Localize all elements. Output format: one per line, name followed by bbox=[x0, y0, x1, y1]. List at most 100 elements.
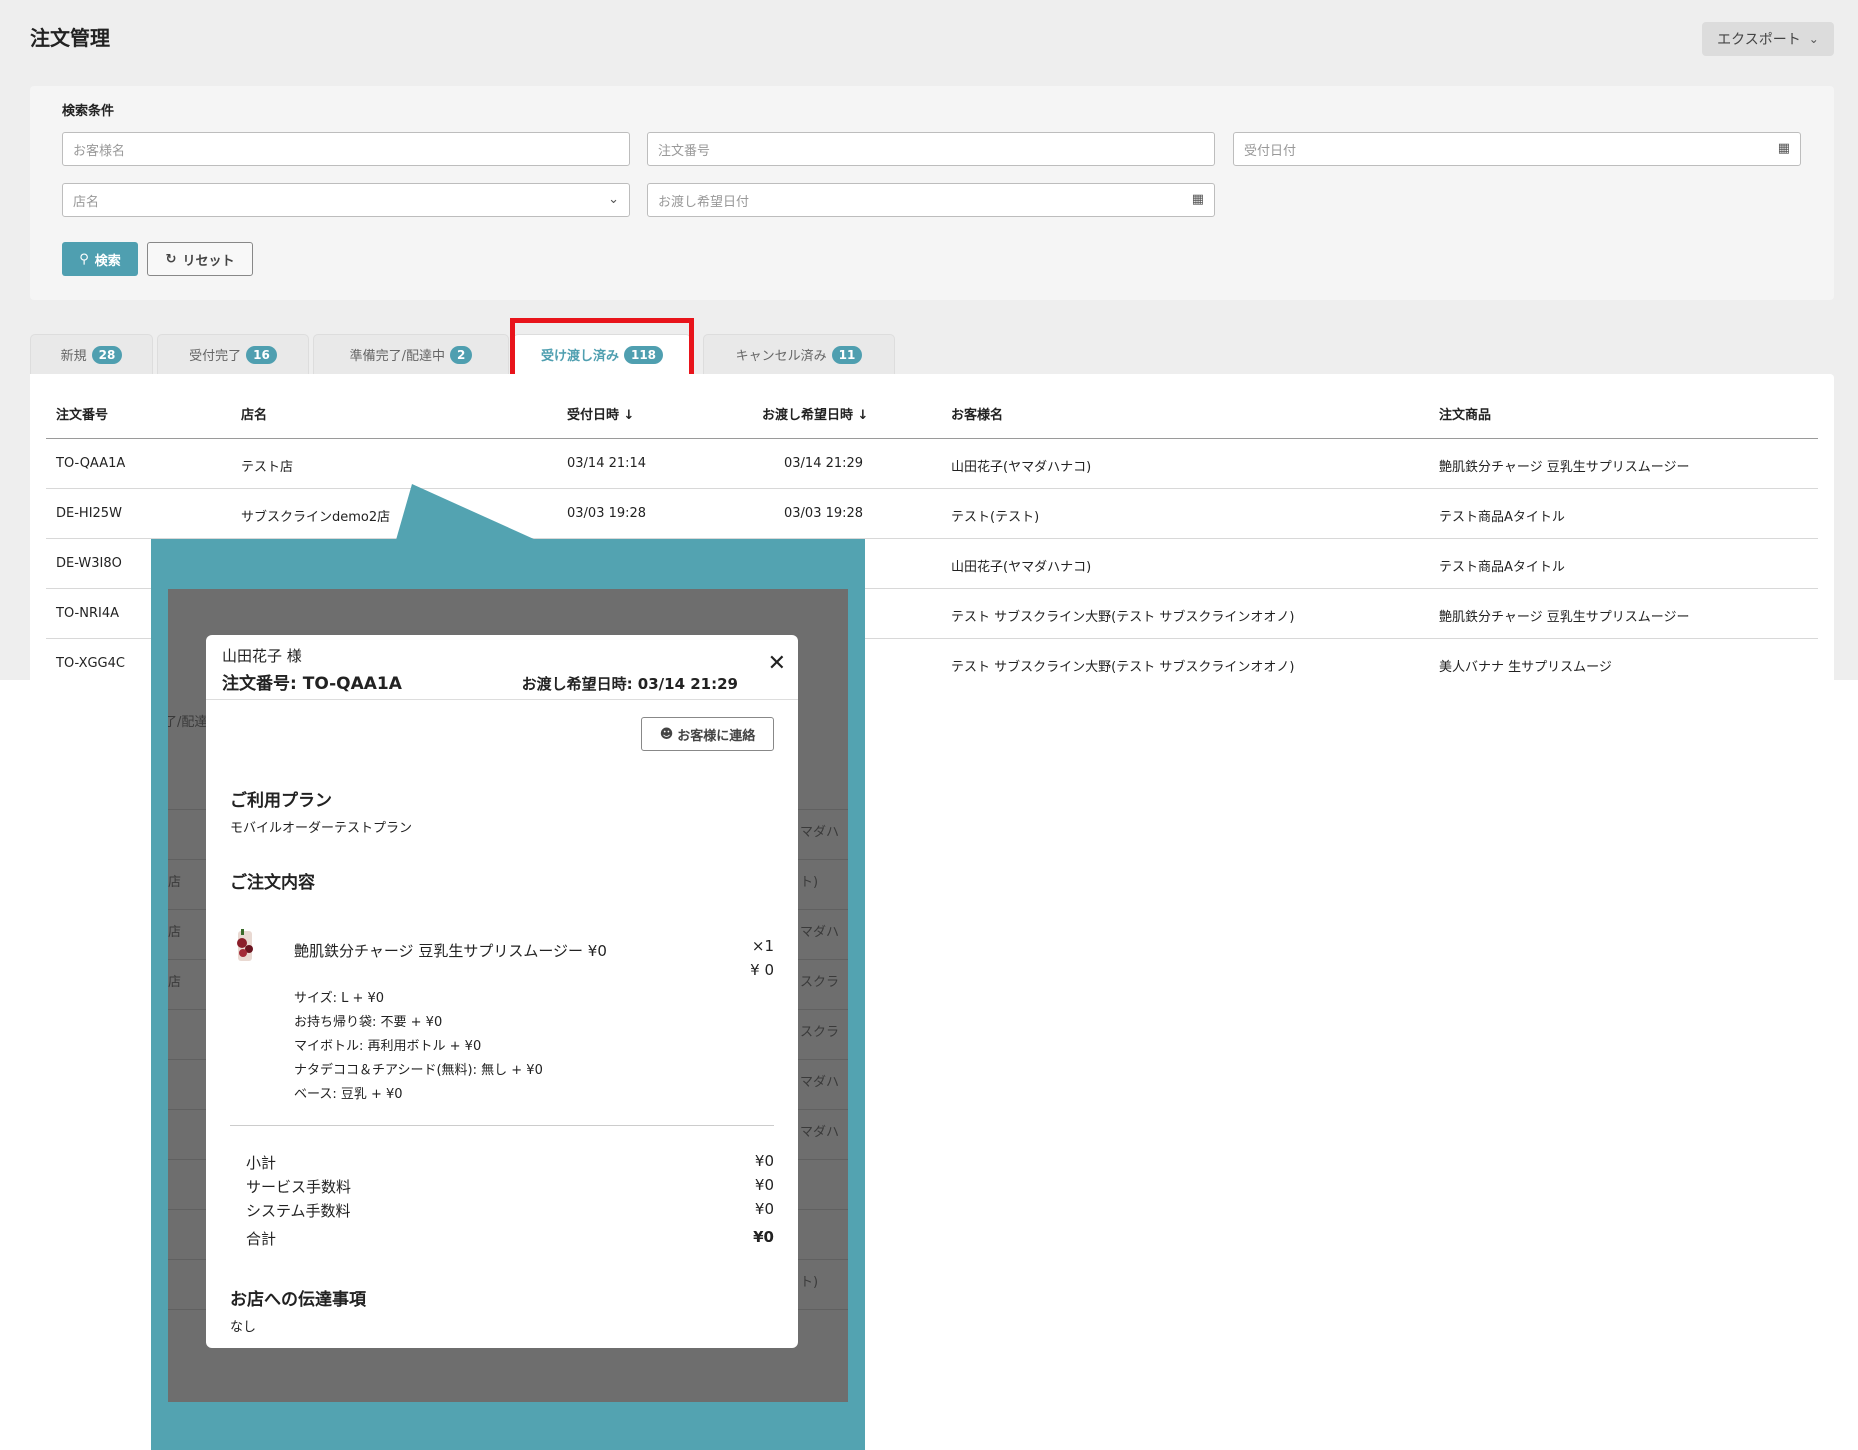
contact-customer-button[interactable]: ☻ お客様に連絡 bbox=[641, 717, 774, 751]
item-option: ナタデココ＆チアシード(無料): 無し + ¥0 bbox=[294, 1063, 543, 1078]
search-button[interactable]: ⚲ 検索 bbox=[62, 242, 138, 276]
column-header-store[interactable]: 店名 bbox=[241, 404, 267, 423]
search-section-label: 検索条件 bbox=[62, 104, 115, 119]
tab-received[interactable]: 受付完了 16 bbox=[157, 334, 309, 374]
reception-date-input[interactable]: 受付日付 ▦ bbox=[1233, 132, 1801, 166]
reset-button[interactable]: ↻ リセット bbox=[147, 242, 253, 276]
order-number-placeholder: 注文番号 bbox=[658, 143, 711, 159]
refresh-icon: ↻ bbox=[165, 251, 177, 267]
total-label: 合計 bbox=[246, 1230, 277, 1248]
background-fragment: スクラ bbox=[800, 975, 840, 990]
chevron-down-icon: ⌄ bbox=[1808, 32, 1819, 46]
cell-product: 美人バナナ 生サプリスムージ bbox=[1439, 660, 1612, 675]
reception-date-placeholder: 受付日付 bbox=[1244, 143, 1297, 159]
background-fragment: スクラ bbox=[800, 1025, 840, 1040]
calendar-icon: ▦ bbox=[1191, 192, 1204, 207]
cell-customer: テスト(テスト) bbox=[951, 510, 1040, 525]
tab-label: キャンセル済み bbox=[735, 349, 827, 364]
service-fee-value: ¥0 bbox=[754, 1176, 774, 1194]
search-button-label: 検索 bbox=[94, 253, 121, 269]
item-option: ベース: 豆乳 + ¥0 bbox=[294, 1087, 403, 1102]
search-icon: ⚲ bbox=[79, 251, 89, 267]
item-price: ¥ 0 bbox=[750, 961, 774, 979]
background-fragment: 店 bbox=[168, 925, 182, 940]
item-name: 艶肌鉄分チャージ 豆乳生サプリスムージー ¥0 bbox=[294, 942, 607, 960]
cell-order-no[interactable]: TO-XGG4C bbox=[56, 656, 125, 671]
background-fragment: マダハ bbox=[800, 1125, 840, 1140]
user-icon: ☻ bbox=[659, 726, 674, 742]
handover-date-placeholder: お渡し希望日付 bbox=[658, 194, 750, 210]
background-fragment: 店 bbox=[168, 875, 182, 890]
order-detail-modal: 山田花子 様 注文番号: TO-QAA1A お渡し希望日時: 03/14 21:… bbox=[206, 635, 798, 1348]
handover-date-input[interactable]: お渡し希望日付 ▦ bbox=[647, 183, 1215, 217]
tab-label: 新規 bbox=[60, 349, 87, 364]
count-badge: 2 bbox=[450, 345, 473, 364]
customer-name-placeholder: お客様名 bbox=[73, 143, 126, 159]
product-thumbnail bbox=[237, 929, 253, 961]
chevron-down-icon: ⌄ bbox=[608, 192, 619, 207]
cell-customer: 山田花子(ヤマダハナコ) bbox=[951, 460, 1092, 475]
page-title: 注文管理 bbox=[30, 26, 110, 50]
modal-delivery-time: お渡し希望日時: 03/14 21:29 bbox=[521, 675, 738, 693]
notes-text: なし bbox=[230, 1320, 257, 1335]
count-badge: 28 bbox=[91, 345, 123, 364]
cell-order-no[interactable]: TO-NRI4A bbox=[56, 606, 119, 621]
tab-preparing[interactable]: 準備完了/配達中 2 bbox=[313, 334, 509, 374]
item-option: お持ち帰り袋: 不要 + ¥0 bbox=[294, 1015, 443, 1030]
column-header-product[interactable]: 注文商品 bbox=[1439, 404, 1491, 423]
cell-product: テスト商品Aタイトル bbox=[1439, 560, 1565, 575]
cell-product: テスト商品Aタイトル bbox=[1439, 510, 1565, 525]
cell-product: 艶肌鉄分チャージ 豆乳生サプリスムージー bbox=[1439, 460, 1690, 475]
column-header-customer[interactable]: お客様名 bbox=[951, 404, 1003, 423]
store-placeholder: 店名 bbox=[73, 194, 100, 210]
store-select[interactable]: 店名 ⌄ bbox=[62, 183, 630, 217]
export-button[interactable]: エクスポート ⌄ bbox=[1702, 22, 1834, 56]
cell-store: サブスクラインdemo2店 bbox=[241, 510, 391, 525]
close-icon[interactable]: ✕ bbox=[768, 651, 786, 676]
background-fragment: マダハ bbox=[800, 825, 840, 840]
summary-divider bbox=[230, 1125, 774, 1126]
cell-product: 艶肌鉄分チャージ 豆乳生サプリスムージー bbox=[1439, 610, 1690, 625]
service-fee-label: サービス手数料 bbox=[246, 1178, 352, 1196]
cell-store: テスト店 bbox=[241, 460, 294, 475]
modal-customer-name: 山田花子 様 bbox=[222, 647, 302, 665]
tab-new[interactable]: 新規 28 bbox=[30, 334, 153, 374]
customer-name-input[interactable]: お客様名 bbox=[62, 132, 630, 166]
background-fragment: 店 bbox=[168, 975, 182, 990]
item-option: サイズ: L + ¥0 bbox=[294, 991, 385, 1006]
notes-heading: お店への伝達事項 bbox=[230, 1290, 366, 1310]
search-panel: 検索条件 お客様名 注文番号 受付日付 ▦ 店名 ⌄ お渡し希望日付 ▦ ⚲ 検… bbox=[30, 86, 1834, 300]
background-fragment: ト) bbox=[800, 875, 819, 890]
calendar-icon: ▦ bbox=[1777, 141, 1790, 156]
count-badge: 16 bbox=[246, 345, 277, 364]
plan-name: モバイルオーダーテストプラン bbox=[230, 821, 413, 836]
modal-order-number: 注文番号: TO-QAA1A bbox=[222, 674, 402, 694]
item-quantity: ×1 bbox=[751, 937, 774, 955]
order-contents-heading: ご注文内容 bbox=[230, 873, 315, 893]
item-option: マイボトル: 再利用ボトル + ¥0 bbox=[294, 1039, 482, 1054]
row-divider bbox=[46, 488, 1818, 489]
subtotal-label: 小計 bbox=[246, 1154, 277, 1172]
cell-order-no[interactable]: TO-QAA1A bbox=[56, 456, 125, 471]
column-header-order-no[interactable]: 注文番号 bbox=[56, 404, 108, 423]
tab-label: 受付完了 bbox=[189, 349, 242, 364]
cell-order-no[interactable]: DE-HI25W bbox=[56, 506, 122, 521]
cell-handover: 03/14 21:29 bbox=[784, 456, 864, 471]
cell-reception: 03/14 21:14 bbox=[567, 456, 647, 471]
tab-cancelled[interactable]: キャンセル済み 11 bbox=[703, 334, 895, 374]
cell-customer: テスト サブスクライン大野(テスト サブスクラインオオノ) bbox=[951, 610, 1295, 625]
column-header-handover[interactable]: お渡し希望日時 ↓ bbox=[762, 404, 868, 423]
order-number-input[interactable]: 注文番号 bbox=[647, 132, 1215, 166]
export-label: エクスポート bbox=[1717, 32, 1801, 48]
plan-heading: ご利用プラン bbox=[230, 791, 332, 811]
cell-customer: 山田花子(ヤマダハナコ) bbox=[951, 560, 1092, 575]
modal-header-divider bbox=[206, 699, 798, 700]
total-value: ¥0 bbox=[753, 1228, 774, 1246]
table-header-divider bbox=[46, 438, 1818, 439]
column-header-reception[interactable]: 受付日時 ↓ bbox=[567, 404, 634, 423]
subtotal-value: ¥0 bbox=[754, 1152, 774, 1170]
cell-order-no[interactable]: DE-W3I8O bbox=[56, 556, 122, 571]
cell-handover: 03/03 19:28 bbox=[784, 506, 864, 521]
background-fragment: マダハ bbox=[800, 1075, 840, 1090]
system-fee-value: ¥0 bbox=[754, 1200, 774, 1218]
